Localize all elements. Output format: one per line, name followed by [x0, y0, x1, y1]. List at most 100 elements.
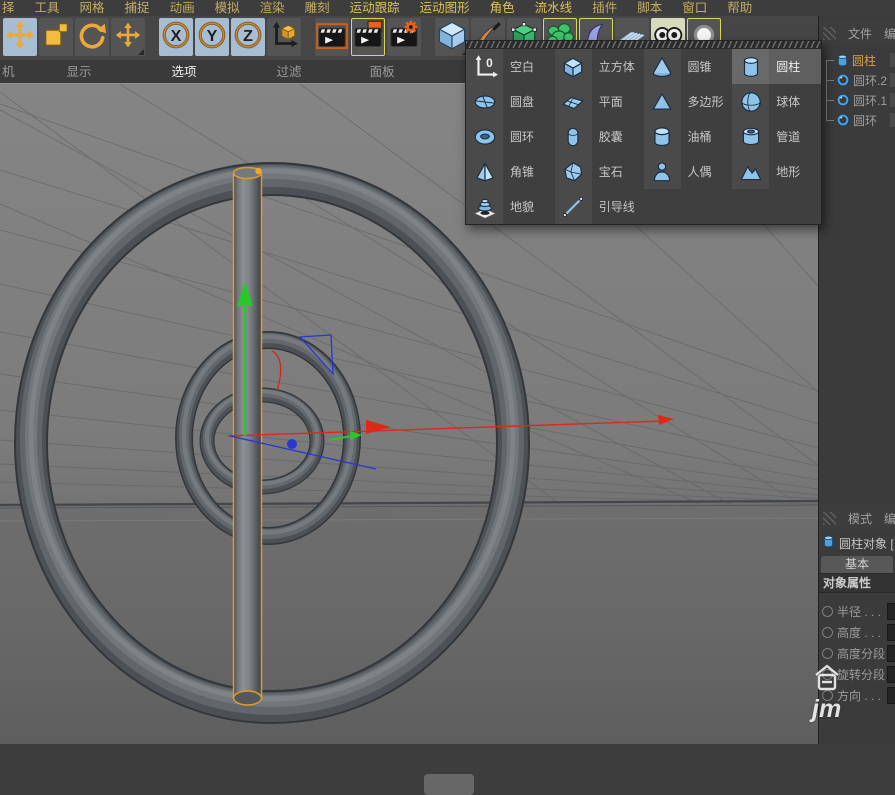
- toolbar-lock-z-button[interactable]: Z: [231, 18, 265, 56]
- keyframe-dot-icon[interactable]: [822, 648, 833, 659]
- am-menu-edit[interactable]: 编辑: [884, 510, 895, 527]
- property-value-input[interactable]: [887, 666, 895, 683]
- torus-object-icon: [837, 74, 849, 86]
- primitive-item-cone[interactable]: 圆锥: [644, 49, 733, 84]
- viewport-menu-item-0[interactable]: 机: [2, 61, 15, 83]
- toolbar-render-view-button[interactable]: [315, 18, 349, 56]
- tube-primitive-icon: [732, 119, 769, 154]
- z-axis-handle[interactable]: [287, 439, 297, 449]
- menu-item-10[interactable]: 角色: [490, 1, 515, 17]
- primitive-item-cube[interactable]: 立方体: [555, 49, 644, 84]
- primitive-item-gem[interactable]: 宝石: [555, 154, 644, 189]
- primitive-item-oiltank[interactable]: 油桶: [644, 119, 733, 154]
- viewport-menu-item-1[interactable]: 显示: [67, 61, 92, 83]
- primitive-item-landscape[interactable]: 地形: [732, 154, 821, 189]
- primitive-item-tube[interactable]: 管道: [732, 119, 821, 154]
- object-row-2[interactable]: 圆环.1: [819, 90, 895, 110]
- keyframe-dot-icon[interactable]: [822, 606, 833, 617]
- primitive-item-figure[interactable]: 人偶: [644, 154, 733, 189]
- oiltank-primitive-icon: [644, 119, 681, 154]
- primitive-item-guide[interactable]: 引导线: [555, 189, 644, 224]
- primitive-item-disc[interactable]: 圆盘: [466, 84, 555, 119]
- menu-item-12[interactable]: 插件: [592, 1, 617, 17]
- primitive-label: 宝石: [592, 163, 623, 180]
- toolbar-render-picture-button[interactable]: [351, 18, 385, 56]
- primitive-item-capsule[interactable]: 胶囊: [555, 119, 644, 154]
- menu-item-13[interactable]: 脚本: [637, 1, 662, 17]
- menu-item-8[interactable]: 运动跟踪: [350, 1, 400, 17]
- property-value-input[interactable]: [887, 687, 895, 704]
- property-label: 方向 . . .: [837, 687, 881, 704]
- toolbar-scale-button[interactable]: [39, 18, 73, 56]
- viewport-menu-item-2[interactable]: 选项: [172, 61, 197, 83]
- object-row-0[interactable]: 圆柱: [819, 50, 895, 70]
- menu-item-5[interactable]: 模拟: [215, 1, 240, 17]
- toolbar-lock-y-button[interactable]: Y: [195, 18, 229, 56]
- menu-item-3[interactable]: 捕捉: [125, 1, 150, 17]
- object-manager: 文件 编辑 圆柱圆环.2圆环.1圆环: [819, 20, 895, 130]
- svg-text:0: 0: [486, 56, 493, 70]
- viewport-menu-item-3[interactable]: 过滤: [277, 61, 302, 83]
- property-list: 半径 . . .高度 . . .高度分段旋转分段方向 . . .: [819, 601, 895, 706]
- popup-drag-handle[interactable]: [466, 41, 821, 49]
- viewport-menu-item-4[interactable]: 面板: [370, 61, 395, 83]
- attribute-manager: 模式 编辑 圆柱对象 [ 基本 对象属性 半径 . . .高度 . . .高度分…: [819, 505, 895, 744]
- keyframe-dot-icon[interactable]: [822, 627, 833, 638]
- menu-item-9[interactable]: 运动图形: [420, 1, 470, 17]
- plane-primitive-icon: [555, 84, 592, 119]
- disc-primitive-icon: [466, 84, 503, 119]
- visibility-dots[interactable]: [890, 93, 895, 107]
- primitive-label: 地貌: [503, 198, 534, 215]
- svg-text:Z: Z: [243, 26, 253, 44]
- keyframe-dot-icon[interactable]: [822, 669, 833, 680]
- visibility-dots[interactable]: [890, 53, 895, 67]
- primitive-label: 圆环: [503, 128, 534, 145]
- primitive-item-polygon[interactable]: 多边形: [644, 84, 733, 119]
- svg-text:X: X: [171, 26, 182, 44]
- tab-basic[interactable]: 基本: [821, 556, 893, 573]
- om-menu-edit[interactable]: 编辑: [884, 25, 895, 42]
- toolbar-move-button[interactable]: [3, 18, 37, 56]
- move-last-icon: [115, 22, 141, 53]
- panel-drag-handle-icon[interactable]: [823, 27, 836, 40]
- menu-item-6[interactable]: 渲染: [260, 1, 285, 17]
- menu-item-1[interactable]: 工具: [35, 1, 60, 17]
- am-menu-mode[interactable]: 模式: [848, 510, 872, 527]
- menu-item-4[interactable]: 动画: [170, 1, 195, 17]
- keyframe-dot-icon[interactable]: [822, 690, 833, 701]
- om-menu-file[interactable]: 文件: [848, 25, 872, 42]
- menu-item-15[interactable]: 帮助: [727, 1, 752, 17]
- primitive-item-torus[interactable]: 圆环: [466, 119, 555, 154]
- menu-item-7[interactable]: 雕刻: [305, 1, 330, 17]
- visibility-dots[interactable]: [890, 73, 895, 87]
- primitive-label: 空白: [503, 58, 534, 75]
- toolbar-lock-x-button[interactable]: X: [159, 18, 193, 56]
- toolbar-rotate-button[interactable]: [75, 18, 109, 56]
- primitive-item-plane[interactable]: 平面: [555, 84, 644, 119]
- cylinder-icon: [823, 535, 834, 551]
- menu-item-2[interactable]: 网格: [80, 1, 105, 17]
- toolbar-add-primitive-button[interactable]: [435, 18, 469, 56]
- cylinder-top-handle[interactable]: [255, 168, 261, 174]
- primitive-item-null[interactable]: 0 空白: [466, 49, 555, 84]
- toolbar-coords-button[interactable]: [267, 18, 301, 56]
- primitive-item-relief[interactable]: 地貌: [466, 189, 555, 224]
- menu-item-11[interactable]: 流水线: [535, 1, 573, 17]
- menu-item-14[interactable]: 窗口: [682, 1, 707, 17]
- primitive-item-pyramid[interactable]: 角锥: [466, 154, 555, 189]
- object-row-3[interactable]: 圆环: [819, 110, 895, 130]
- primitive-item-sphere[interactable]: 球体: [732, 84, 821, 119]
- toolbar-render-settings-button[interactable]: [387, 18, 421, 56]
- property-value-input[interactable]: [887, 624, 895, 641]
- property-label: 高度 . . .: [837, 624, 881, 641]
- object-row-1[interactable]: 圆环.2: [819, 70, 895, 90]
- panel-drag-handle-icon[interactable]: [823, 512, 836, 525]
- menu-item-0[interactable]: 择: [2, 1, 15, 17]
- property-value-input[interactable]: [887, 603, 895, 620]
- primitive-label: 人偶: [681, 163, 712, 180]
- property-value-input[interactable]: [887, 645, 895, 662]
- visibility-dots[interactable]: [890, 113, 895, 127]
- toolbar-move-last-button[interactable]: [111, 18, 145, 56]
- cylinder-primitive-icon: [732, 49, 769, 84]
- primitive-item-cylinder[interactable]: 圆柱: [732, 49, 821, 84]
